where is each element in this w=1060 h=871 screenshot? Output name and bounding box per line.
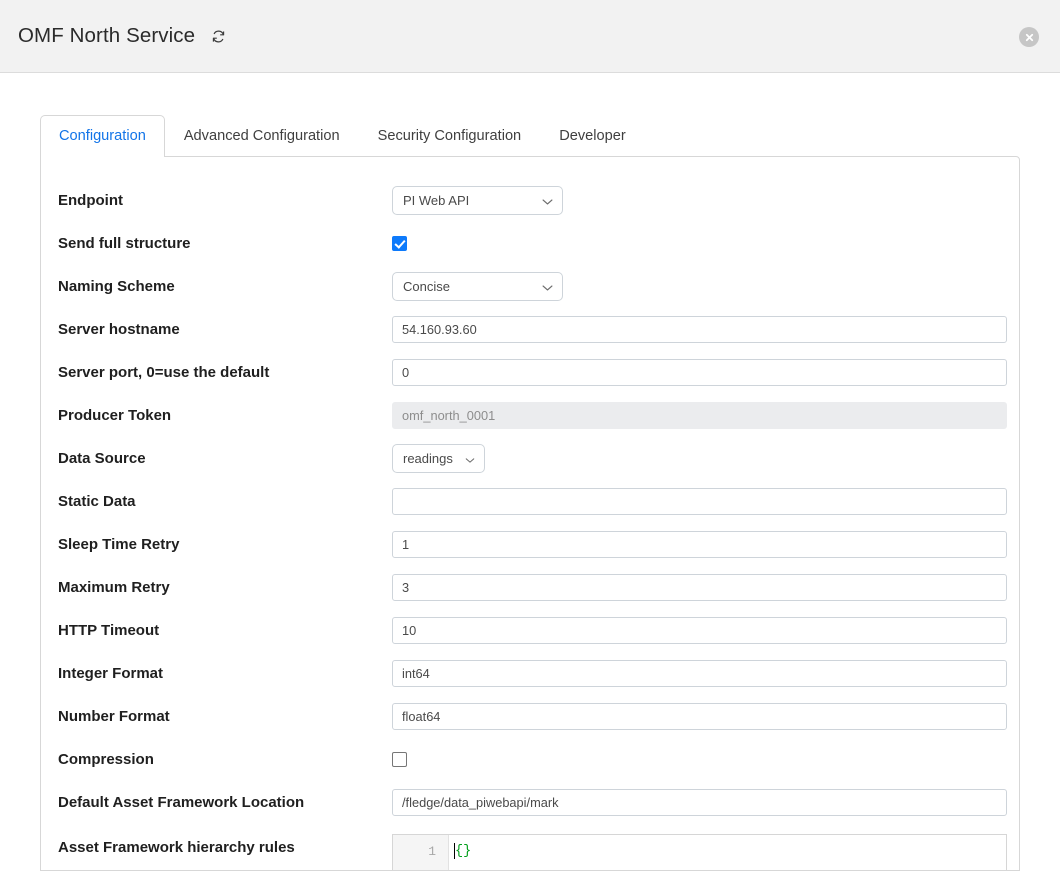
form-row-naming-scheme: Naming Scheme Concise (58, 265, 1001, 308)
sleep-time-retry-input[interactable] (392, 531, 1007, 558)
naming-scheme-select[interactable]: Concise (392, 272, 563, 301)
window-header: OMF North Service (0, 0, 1060, 73)
label-server-port: Server port, 0=use the default (58, 364, 392, 382)
tab-developer[interactable]: Developer (540, 115, 645, 156)
tab-configuration[interactable]: Configuration (40, 115, 165, 157)
send-full-structure-checkbox[interactable] (392, 236, 407, 251)
form-row-compression: Compression (58, 738, 1001, 781)
maximum-retry-input[interactable] (392, 574, 1007, 601)
server-hostname-input[interactable] (392, 316, 1007, 343)
configuration-form: Endpoint PI Web API Send full structure … (40, 156, 1020, 871)
form-row-data-source: Data Source readings (58, 437, 1001, 480)
label-compression: Compression (58, 751, 392, 769)
editor-code-text: {} (455, 843, 471, 860)
chevron-down-icon (465, 451, 475, 466)
form-row-http-timeout: HTTP Timeout (58, 609, 1001, 652)
label-maximum-retry: Maximum Retry (58, 579, 392, 597)
page-title: OMF North Service (18, 24, 195, 48)
refresh-icon[interactable] (209, 27, 227, 45)
form-row-integer-format: Integer Format (58, 652, 1001, 695)
label-af-hierarchy-rules: Asset Framework hierarchy rules (58, 834, 392, 857)
label-naming-scheme: Naming Scheme (58, 278, 392, 296)
form-row-af-hierarchy-rules: Asset Framework hierarchy rules 1 {} (58, 824, 1001, 871)
form-row-number-format: Number Format (58, 695, 1001, 738)
label-integer-format: Integer Format (58, 665, 392, 683)
http-timeout-input[interactable] (392, 617, 1007, 644)
label-endpoint: Endpoint (58, 192, 392, 210)
label-sleep-time-retry: Sleep Time Retry (58, 536, 392, 554)
editor-line-number: 1 (393, 835, 449, 871)
label-static-data: Static Data (58, 493, 392, 511)
close-icon (1024, 32, 1035, 43)
tab-bar: Configuration Advanced Configuration Sec… (40, 115, 1020, 156)
form-row-sleep-time-retry: Sleep Time Retry (58, 523, 1001, 566)
tab-advanced-configuration[interactable]: Advanced Configuration (165, 115, 359, 156)
data-source-select-value: readings (403, 451, 453, 466)
form-row-default-af-location: Default Asset Framework Location (58, 781, 1001, 824)
naming-scheme-select-value: Concise (403, 279, 450, 294)
label-data-source: Data Source (58, 450, 392, 468)
form-row-send-full-structure: Send full structure (58, 222, 1001, 265)
form-row-maximum-retry: Maximum Retry (58, 566, 1001, 609)
default-af-location-input[interactable] (392, 789, 1007, 816)
endpoint-select-value: PI Web API (403, 193, 469, 208)
af-hierarchy-rules-editor[interactable]: 1 {} (392, 834, 1007, 871)
label-http-timeout: HTTP Timeout (58, 622, 392, 640)
label-number-format: Number Format (58, 708, 392, 726)
compression-checkbox[interactable] (392, 752, 407, 767)
form-row-server-port: Server port, 0=use the default (58, 351, 1001, 394)
editor-code-area[interactable]: {} (449, 835, 1006, 871)
close-button[interactable] (1019, 27, 1039, 47)
chevron-down-icon (542, 193, 553, 208)
form-row-static-data: Static Data (58, 480, 1001, 523)
data-source-select[interactable]: readings (392, 444, 485, 473)
number-format-input[interactable] (392, 703, 1007, 730)
integer-format-input[interactable] (392, 660, 1007, 687)
form-row-producer-token: Producer Token (58, 394, 1001, 437)
configuration-card: Configuration Advanced Configuration Sec… (40, 115, 1020, 870)
static-data-input[interactable] (392, 488, 1007, 515)
endpoint-select[interactable]: PI Web API (392, 186, 563, 215)
server-port-input[interactable] (392, 359, 1007, 386)
chevron-down-icon (542, 279, 553, 294)
label-producer-token: Producer Token (58, 407, 392, 425)
label-send-full-structure: Send full structure (58, 235, 392, 253)
form-row-endpoint: Endpoint PI Web API (58, 179, 1001, 222)
producer-token-input (392, 402, 1007, 429)
tab-security-configuration[interactable]: Security Configuration (359, 115, 541, 156)
form-row-server-hostname: Server hostname (58, 308, 1001, 351)
label-default-af-location: Default Asset Framework Location (58, 794, 392, 812)
label-server-hostname: Server hostname (58, 321, 392, 339)
